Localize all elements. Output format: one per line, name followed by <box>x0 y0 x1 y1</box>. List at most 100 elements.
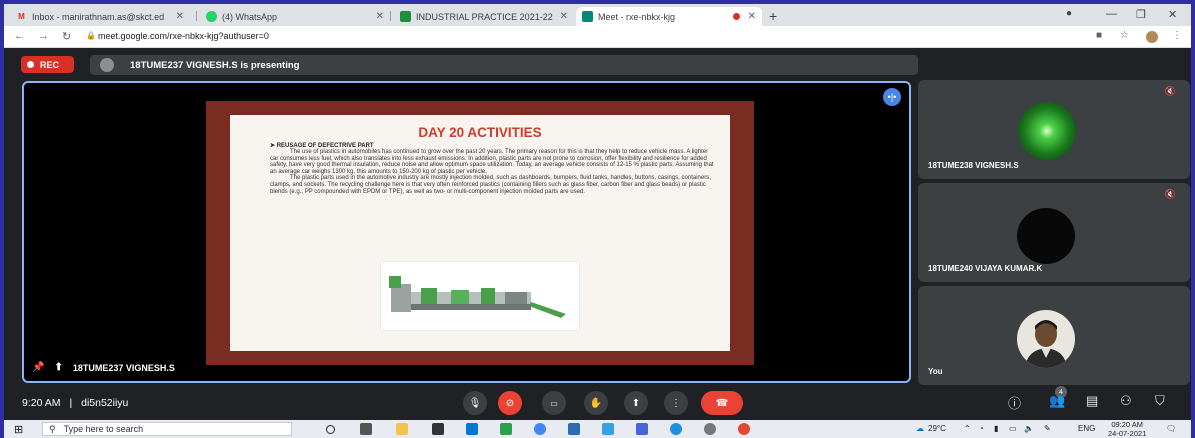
presentation-stage[interactable]: DAY 20 ACTIVITIES ➤ REUSAGE OF DEFECTRIV… <box>22 81 911 383</box>
info-icon[interactable]: ⓘ <box>1008 393 1021 412</box>
windows-taskbar: ⊞ ⚲ Type here to search ☁ 29°C ⌃ ◔ ▮ ▭ 🔈… <box>4 420 1191 438</box>
present-icon[interactable]: ⬆ <box>54 362 62 373</box>
url-field[interactable]: meet.google.com/rxe-nbkx-kjg?authuser=0 <box>98 31 269 41</box>
app-icon[interactable] <box>568 423 580 435</box>
tab-title: (4) WhatsApp <box>222 11 278 22</box>
raise-hand-button[interactable]: ✋ <box>584 391 608 415</box>
rec-label: REC <box>40 59 60 70</box>
profile-icon[interactable]: ● <box>1066 8 1072 19</box>
pen-icon[interactable]: ✎ <box>1044 424 1051 433</box>
minimize-icon[interactable]: — <box>1106 8 1117 20</box>
app-icon[interactable] <box>500 423 512 435</box>
tab-strip: M Inbox - manirathnam.as@skct.ed ✕ (4) W… <box>4 4 1191 26</box>
present-button[interactable]: ⬆ <box>624 391 648 415</box>
leave-call-button[interactable]: ☎ <box>701 391 743 415</box>
tray-chevron-icon[interactable]: ⌃ <box>964 424 971 433</box>
chat-icon[interactable]: ▤ <box>1086 393 1098 409</box>
settings-icon[interactable] <box>704 423 716 435</box>
store-icon[interactable] <box>432 423 444 435</box>
close-icon[interactable]: ✕ <box>176 11 184 22</box>
forward-icon[interactable]: → <box>38 30 49 42</box>
people-icon[interactable]: 👥 <box>1049 393 1065 409</box>
slide-body: The use of plastics in automobiles has c… <box>270 149 715 195</box>
mic-off-icon: 🔇 <box>1164 189 1176 199</box>
recycling-machine-image <box>380 261 580 331</box>
cortana-icon[interactable] <box>326 425 335 434</box>
taskbar-search[interactable]: ⚲ Type here to search <box>42 422 292 436</box>
activities-icon[interactable]: ⚇ <box>1120 393 1132 409</box>
slide-title: DAY 20 ACTIVITIES <box>418 125 542 140</box>
lock-icon: 🔒 <box>86 31 96 40</box>
presenter-name: 18TUME237 VIGNESH.S <box>72 362 175 373</box>
clock-time: 09:20 AM <box>1111 420 1144 429</box>
more-icon: ⋮ <box>671 397 681 409</box>
slide-paragraph: The use of plastics in automobiles has c… <box>270 149 714 175</box>
tab-title: Meet - rxe-nbkx-kjg <box>598 11 676 22</box>
app-icon[interactable] <box>738 423 750 435</box>
back-icon[interactable]: ← <box>14 30 25 42</box>
menu-icon[interactable]: ⋮ <box>1172 30 1182 41</box>
participant-avatar <box>1017 208 1075 264</box>
close-icon[interactable]: ✕ <box>560 11 568 22</box>
participant-tile-self[interactable]: You <box>918 286 1190 385</box>
close-icon[interactable]: ✕ <box>376 11 384 22</box>
search-placeholder: Type here to search <box>63 424 144 434</box>
participant-name: You <box>928 367 943 376</box>
slide-frame: DAY 20 ACTIVITIES ➤ REUSAGE OF DEFECTRIV… <box>206 101 754 365</box>
mail-icon[interactable] <box>466 423 478 435</box>
present-screen-icon: ⬆ <box>631 397 641 409</box>
pin-icon[interactable]: 📌 <box>32 362 44 373</box>
avatar[interactable] <box>1146 31 1158 43</box>
close-icon[interactable]: ✕ <box>748 11 756 22</box>
host-controls-icon[interactable]: ⛉ <box>1155 393 1165 409</box>
tab-title: Inbox - manirathnam.as@skct.ed <box>32 11 165 22</box>
participant-name: 18TUME240 VIJAYA KUMAR.K <box>928 264 1043 273</box>
windows-start-icon[interactable]: ⊞ <box>14 423 23 436</box>
battery-icon[interactable]: ▮ <box>994 424 998 433</box>
language-indicator[interactable]: ENG <box>1078 424 1095 433</box>
file-explorer-icon[interactable] <box>396 423 408 435</box>
camera-off-button[interactable]: ⊘ <box>498 391 522 415</box>
participant-tile[interactable]: 🔇 18TUME238 VIGNESH.S <box>918 80 1190 179</box>
presenting-banner: 18TUME237 VIGNESH.S is presenting <box>90 55 918 75</box>
meet-icon <box>582 11 593 22</box>
slide-subtitle: ➤ REUSAGE OF DEFECTRIVE PART <box>270 143 374 149</box>
stage-label: 📌 ⬆ 18TUME237 VIGNESH.S <box>32 362 175 373</box>
self-video <box>1017 310 1075 368</box>
app-icon[interactable] <box>602 423 614 435</box>
captions-button[interactable]: ▭ <box>542 391 566 415</box>
weather-icon: ☁ <box>916 424 924 433</box>
chrome-icon[interactable] <box>534 423 546 435</box>
edge-icon[interactable] <box>670 423 682 435</box>
close-window-icon[interactable]: ✕ <box>1168 8 1177 21</box>
tab-meet[interactable]: Meet - rxe-nbkx-kjg ✕ <box>576 7 762 26</box>
maximize-icon[interactable]: ❐ <box>1136 8 1146 21</box>
presenter-avatar <box>100 58 114 72</box>
tab-gmail[interactable]: M Inbox - manirathnam.as@skct.ed ✕ <box>10 7 190 26</box>
more-options-button[interactable]: ⋮ <box>664 391 688 415</box>
participant-tile[interactable]: 🔇 18TUME240 VIJAYA KUMAR.K <box>918 183 1190 282</box>
notification-icon[interactable]: 🗨 <box>1166 424 1176 433</box>
participant-name: 18TUME238 VIGNESH.S <box>928 161 1019 170</box>
new-tab-icon[interactable]: + <box>769 8 777 24</box>
temperature[interactable]: 29°C <box>928 424 946 433</box>
tab-title: INDUSTRIAL PRACTICE 2021-22 <box>416 11 553 22</box>
display-icon[interactable]: ▭ <box>1009 424 1017 433</box>
camera-off-icon: ⊘ <box>505 397 515 409</box>
reload-icon[interactable]: ↻ <box>62 30 71 43</box>
slide-paragraph: The plastic parts used in the automotive… <box>270 175 711 195</box>
camera-icon[interactable]: ■ <box>1096 30 1102 41</box>
tab-classroom[interactable]: INDUSTRIAL PRACTICE 2021-22 ✕ <box>394 7 574 26</box>
hangup-icon: ☎ <box>715 397 729 409</box>
teams-icon[interactable] <box>636 423 648 435</box>
network-icon[interactable]: ◔ <box>979 424 984 433</box>
clock[interactable]: 09:20 AM 24-07-2021 <box>1108 420 1146 438</box>
search-icon: ⚲ <box>49 423 56 434</box>
mic-button[interactable]: 🎙 <box>463 391 487 415</box>
tab-whatsapp[interactable]: (4) WhatsApp ✕ <box>200 7 390 26</box>
volume-icon[interactable]: 🔈 <box>1024 424 1034 433</box>
meeting-time: 9:20 AM <box>22 397 61 409</box>
task-view-icon[interactable] <box>360 423 372 435</box>
record-icon <box>27 61 34 68</box>
star-icon[interactable]: ☆ <box>1120 30 1129 41</box>
